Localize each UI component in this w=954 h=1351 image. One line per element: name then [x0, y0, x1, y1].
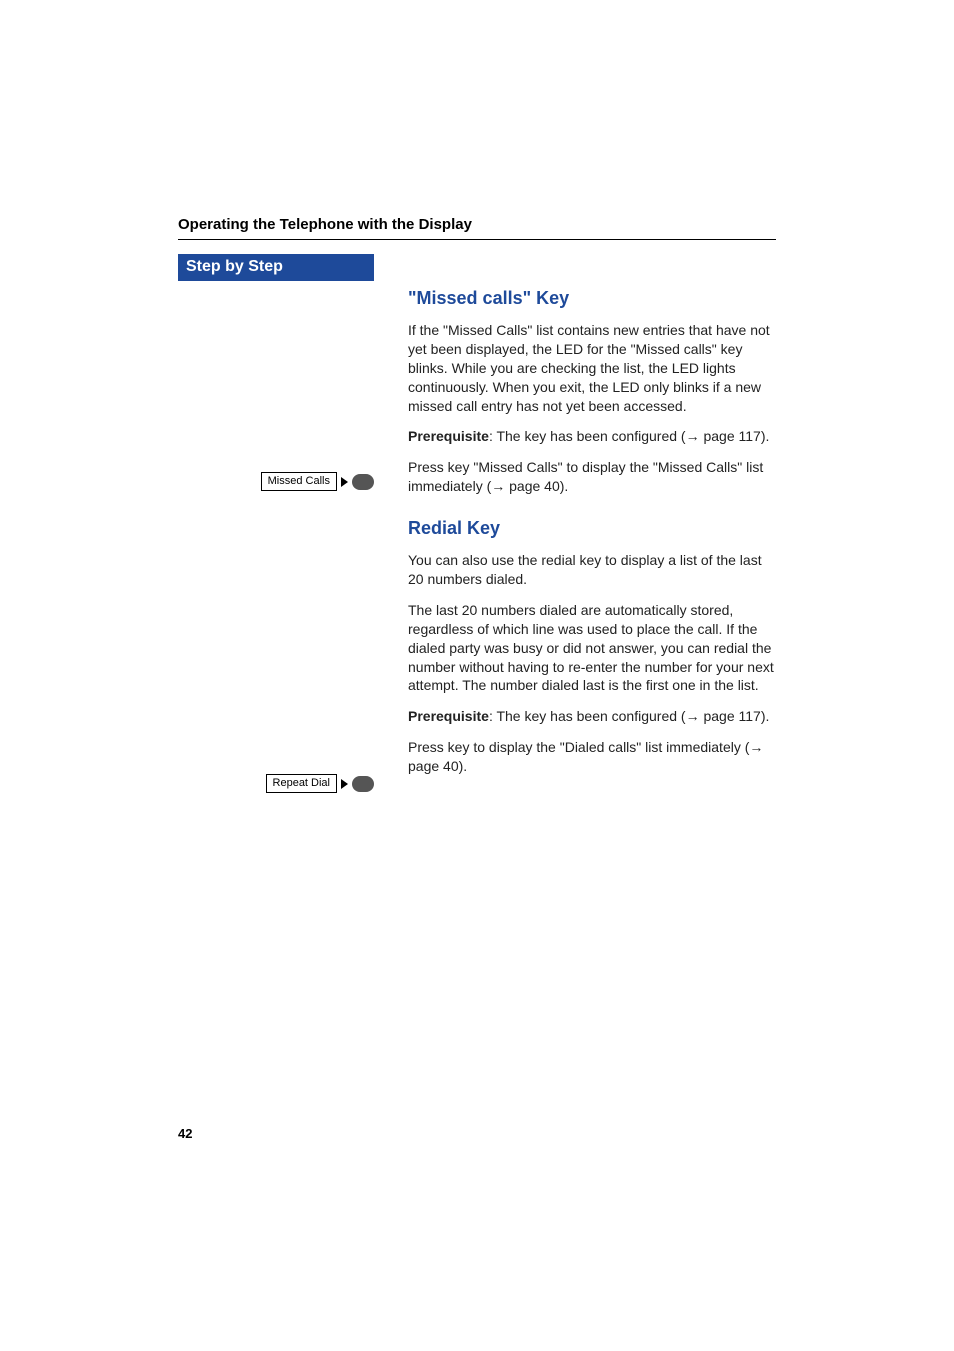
phone-key-repeat-dial: Repeat Dial: [266, 774, 374, 793]
step-by-step-rail: Step by Step Missed Calls Repeat Dial: [178, 254, 374, 788]
content-area: Operating the Telephone with the Display…: [178, 216, 776, 788]
paragraph: The last 20 numbers dialed are automatic…: [408, 601, 776, 695]
step-by-step-banner: Step by Step: [178, 254, 374, 281]
page-number: 42: [178, 1126, 192, 1141]
phone-key-label: Repeat Dial: [266, 774, 337, 793]
heading-missed-calls-key: "Missed calls" Key: [408, 288, 776, 309]
paragraph-prerequisite: Prerequisite: The key has been configure…: [408, 707, 776, 726]
key-lamp-icon: [352, 474, 374, 490]
two-column-layout: Step by Step Missed Calls Repeat Dial ": [178, 254, 776, 788]
prerequisite-label: Prerequisite: [408, 428, 489, 444]
key-notch-icon: [341, 779, 348, 789]
prerequisite-text: : The key has been configured (→ page 11…: [489, 708, 769, 724]
heading-redial-key: Redial Key: [408, 518, 776, 539]
running-header: Operating the Telephone with the Display: [178, 216, 776, 240]
prerequisite-label: Prerequisite: [408, 708, 489, 724]
paragraph-press-key: Press key to display the "Dialed calls" …: [408, 738, 776, 776]
paragraph-prerequisite: Prerequisite: The key has been configure…: [408, 427, 776, 446]
main-text-column: "Missed calls" Key If the "Missed Calls"…: [374, 254, 776, 788]
key-notch-icon: [341, 477, 348, 487]
key-lamp-icon: [352, 776, 374, 792]
phone-key-missed-calls: Missed Calls: [261, 472, 374, 491]
phone-key-label: Missed Calls: [261, 472, 337, 491]
paragraph-press-key: Press key "Missed Calls" to display the …: [408, 458, 776, 496]
paragraph: If the "Missed Calls" list contains new …: [408, 321, 776, 415]
paragraph: You can also use the redial key to displ…: [408, 551, 776, 589]
prerequisite-text: : The key has been configured (→ page 11…: [489, 428, 769, 444]
page: Operating the Telephone with the Display…: [0, 0, 954, 1351]
